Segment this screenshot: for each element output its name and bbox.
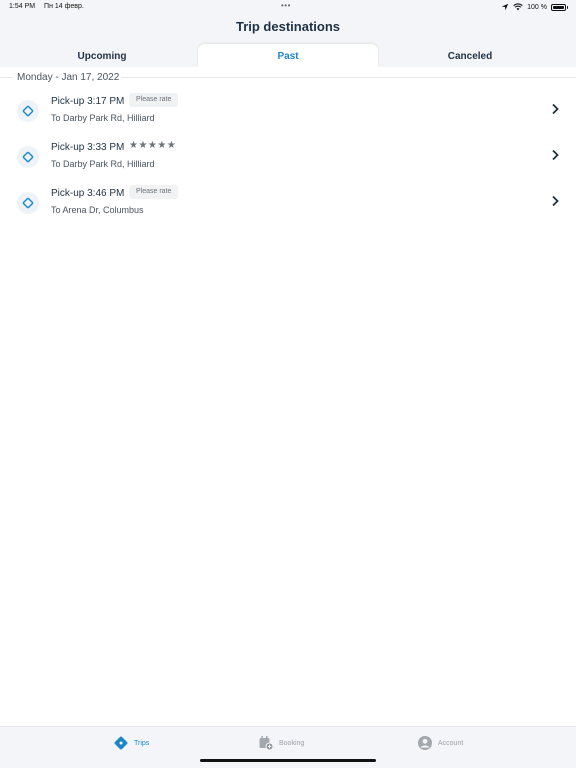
status-time: 1:54 PM [9,3,36,10]
divider [0,77,13,78]
divider [121,77,576,78]
please-rate-badge[interactable]: Please rate [129,93,179,107]
tab-upcoming[interactable]: Upcoming [8,44,196,67]
battery-icon [551,3,568,11]
trip-destination: To Darby Park Rd, Hilliard [51,159,155,169]
calendar-plus-icon [259,736,274,751]
person-circle-icon [418,736,432,750]
page-title: Trip destinations [235,19,340,34]
status-bar: 1:54 PM Пн 14 февр. ••• 100 % [0,0,576,14]
tab-bar-label: Account [438,739,464,747]
ticket-icon [114,736,128,750]
home-indicator[interactable] [200,759,376,762]
tab-bar-booking[interactable]: Booking [258,735,304,751]
tab-bar-label: Trips [134,739,150,747]
section-date-header: Monday - Jan 17, 2022 [17,72,120,83]
trip-pickup-time: Pick-up 3:17 PM [51,96,125,107]
status-date: Пн 14 февр. [44,3,84,10]
tab-bar-trips[interactable]: Trips [113,735,149,751]
trip-destination: To Darby Park Rd, Hilliard [51,113,155,123]
ticket-icon [17,192,39,214]
trip-destination: To Arena Dr, Columbus [51,205,144,215]
trip-pickup-time: Pick-up 3:46 PM [51,188,125,199]
chevron-right-icon[interactable] [550,195,560,207]
ticket-icon [17,146,39,168]
trip-pickup-time: Pick-up 3:33 PM [51,142,125,153]
star-rating: ★★★★★ [129,140,177,151]
trip-row[interactable]: Pick-up 3:33 PM ★★★★★ To Darby Park Rd, … [0,140,576,186]
please-rate-badge[interactable]: Please rate [129,185,179,199]
trip-row[interactable]: Pick-up 3:46 PM Please rate To Arena Dr,… [0,185,576,232]
segmented-tabs: Upcoming Past Canceled [0,44,576,67]
battery-percent: 100 % [527,3,547,11]
ticket-icon [17,100,39,122]
chevron-right-icon[interactable] [550,103,560,115]
chevron-right-icon[interactable] [550,149,560,161]
wifi-icon [513,3,523,11]
tab-canceled[interactable]: Canceled [380,44,560,67]
location-arrow-icon [501,3,509,11]
trip-row[interactable]: Pick-up 3:17 PM Please rate To Darby Par… [0,93,576,140]
tab-bar-account[interactable]: Account [417,735,463,751]
multitask-dots[interactable]: ••• [281,1,291,10]
tab-bar-label: Booking [279,739,305,747]
tab-past[interactable]: Past [198,44,378,67]
